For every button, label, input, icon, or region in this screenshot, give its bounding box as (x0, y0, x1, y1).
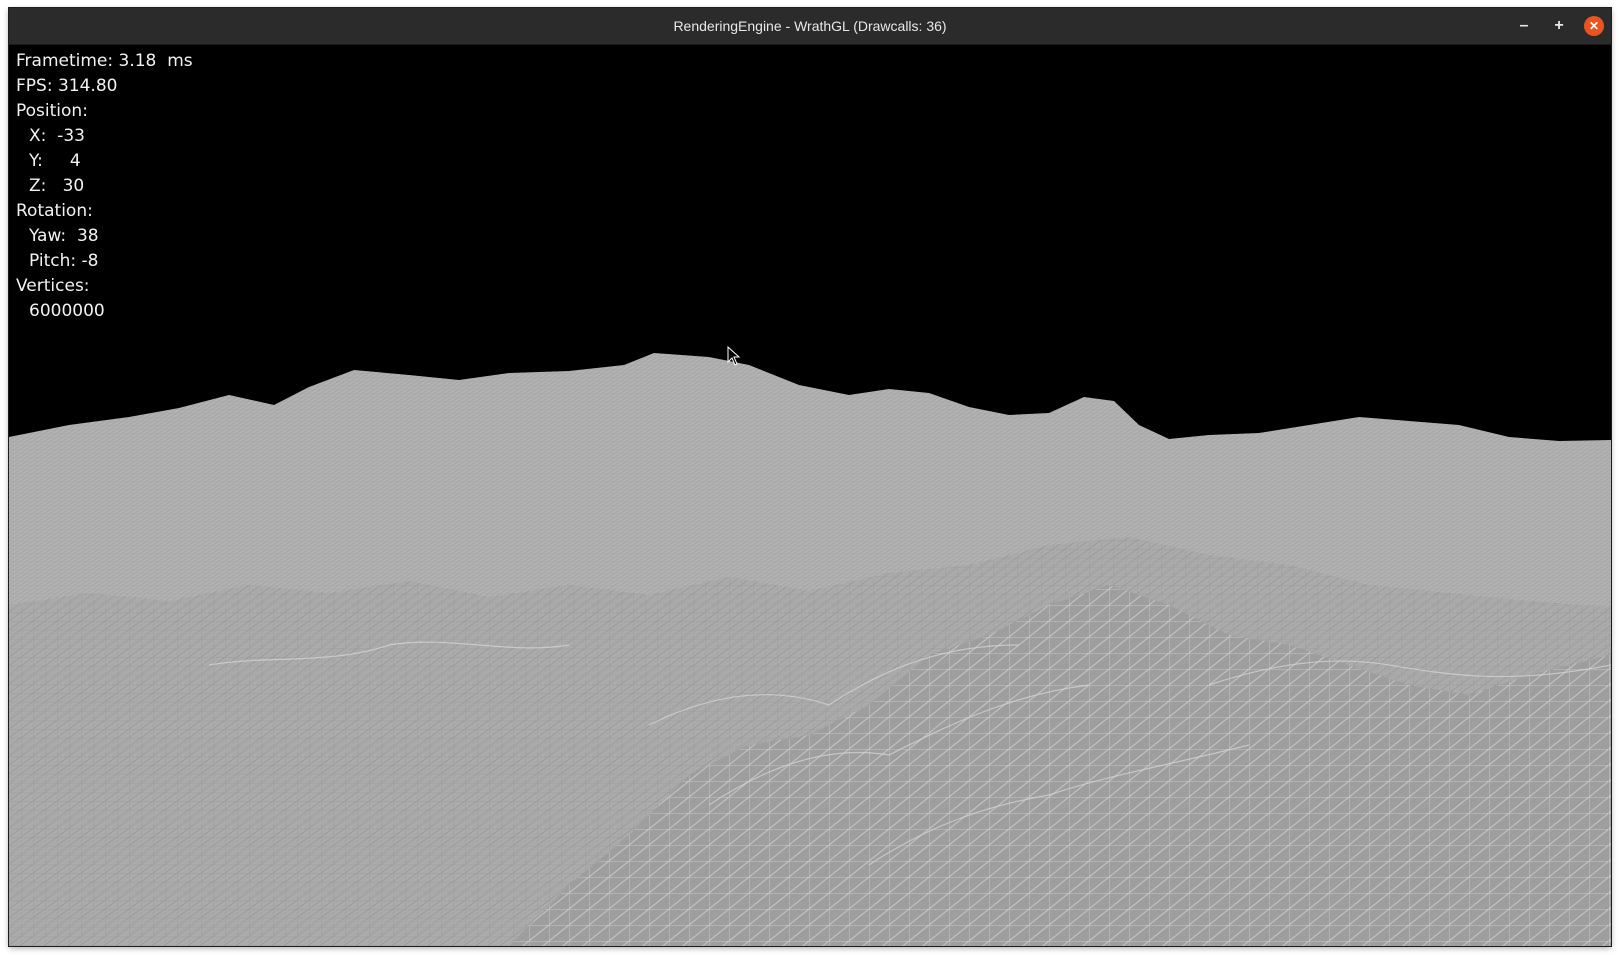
pitch-value: -8 (81, 251, 99, 271)
mouse-cursor-icon (727, 346, 741, 366)
x-label: X: (29, 126, 47, 146)
pitch-row: Pitch: -8 (16, 249, 193, 274)
frametime-unit: ms (167, 51, 193, 71)
y-value: 4 (69, 151, 81, 171)
stats-overlay: Frametime: 3.18 ms FPS: 314.80 Position:… (16, 49, 193, 324)
pitch-label: Pitch: (29, 251, 77, 271)
fps-row: FPS: 314.80 (16, 74, 193, 99)
fps-label: FPS: (16, 76, 53, 96)
position-z-row: Z: 30 (16, 174, 193, 199)
position-heading: Position: (16, 101, 88, 121)
vertices-heading: Vertices: (16, 276, 90, 296)
position-y-row: Y: 4 (16, 149, 193, 174)
yaw-value: 38 (76, 226, 99, 246)
z-label: Z: (29, 176, 47, 196)
title-bar[interactable]: RenderingEngine - WrathGL (Drawcalls: 36… (9, 8, 1611, 45)
window-title: RenderingEngine - WrathGL (Drawcalls: 36… (673, 18, 947, 34)
maximize-button[interactable]: + (1549, 16, 1569, 36)
yaw-label: Yaw: (29, 226, 67, 246)
app-window: RenderingEngine - WrathGL (Drawcalls: 36… (9, 8, 1611, 946)
z-value: 30 (62, 176, 85, 196)
rotation-heading: Rotation: (16, 201, 93, 221)
x-value: -33 (57, 126, 85, 146)
vertices-value: 6000000 (29, 301, 105, 321)
yaw-row: Yaw: 38 (16, 224, 193, 249)
minimize-button[interactable]: – (1514, 16, 1534, 36)
close-button[interactable]: ✕ (1584, 16, 1604, 36)
y-label: Y: (29, 151, 43, 171)
position-x-row: X: -33 (16, 124, 193, 149)
frametime-label: Frametime: (16, 51, 114, 71)
fps-value: 314.80 (57, 76, 118, 96)
frametime-value: 3.18 (118, 51, 157, 71)
render-viewport[interactable]: Frametime: 3.18 ms FPS: 314.80 Position:… (9, 45, 1611, 946)
frametime-row: Frametime: 3.18 ms (16, 49, 193, 74)
wireframe-terrain (9, 353, 1611, 946)
